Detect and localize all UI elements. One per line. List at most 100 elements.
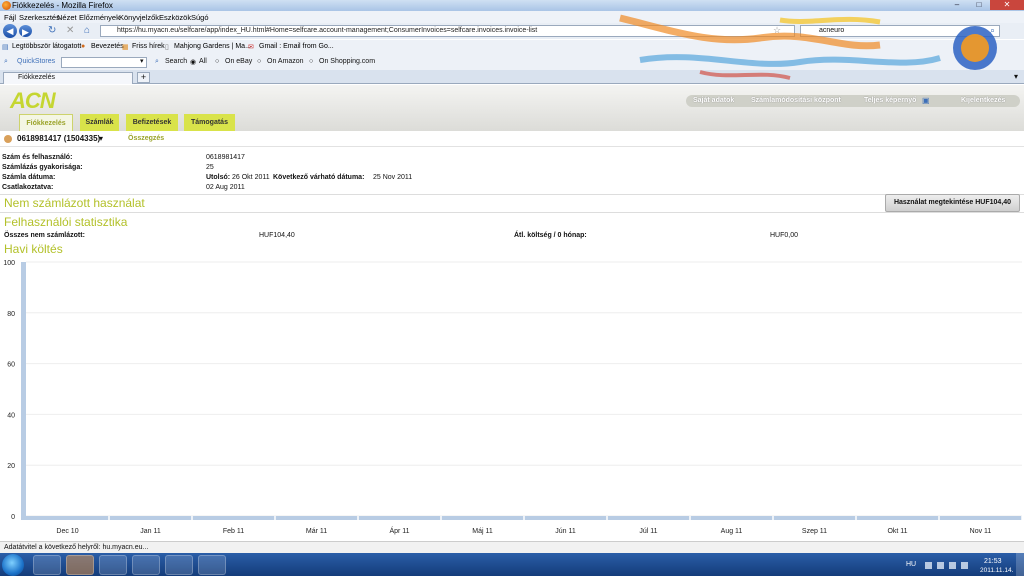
clock-date[interactable]: 2011.11.14. [980, 567, 1013, 574]
monthly-spend-heading: Havi költés [4, 242, 63, 256]
chart-x-tick-label: Jan 11 [140, 528, 161, 535]
chevron-down-icon[interactable]: ▾ [140, 57, 144, 65]
search-input-value: acneuro [819, 27, 845, 34]
app-taskbar-icon[interactable] [165, 555, 193, 575]
total-unbilled-value: HUF104,40 [259, 232, 295, 239]
nav-support[interactable]: Támogatás [184, 114, 235, 131]
menu-file[interactable]: Fájl [4, 13, 16, 22]
radio-shopping[interactable]: ○ [309, 58, 313, 65]
chart-x-tick-label: Feb 11 [223, 528, 244, 535]
volume-icon[interactable] [961, 562, 968, 569]
monthly-spend-chart: 0 20 40 60 80 100 Dec 10 Jan 11 Feb 11 Már 11 Ápr… [3, 260, 1023, 535]
acn-logo[interactable]: ACN [10, 88, 56, 114]
chart-x-tick-label: Már 11 [306, 528, 327, 535]
quickstores-label[interactable]: QuickStores [17, 58, 55, 65]
window-taskbar-icon[interactable] [99, 555, 127, 575]
total-unbilled-label: Összes nem számlázott: [4, 232, 85, 239]
reload-icon[interactable]: ↻ [48, 25, 56, 37]
mail-taskbar-icon[interactable] [132, 555, 160, 575]
fullscreen-icon: ▣ [922, 96, 930, 105]
my-details-link[interactable]: Saját adatok [693, 97, 734, 104]
billing-frequency-value: 25 [206, 164, 214, 171]
view-usage-button[interactable]: Használat megtekintése HUF104,40 [885, 194, 1020, 212]
bookmark-most-visited[interactable]: Legtöbbször látogatott [12, 43, 81, 50]
chart-x-tick-label: Okt 11 [887, 528, 907, 535]
number-user-label: Szám és felhasználó: [2, 154, 73, 161]
tray-arrow-icon[interactable] [925, 562, 932, 569]
nav-invoices[interactable]: Számlák [80, 114, 119, 131]
logout-link[interactable]: Kijelentkezés [961, 97, 1005, 104]
quickstores-icon: ⌕ [4, 58, 8, 65]
quickstores-toolbar: ⌕ QuickStores ▾ ⌕ Search ◉ All ○ On eBay… [0, 54, 1024, 70]
menu-history[interactable]: Előzmények [79, 13, 120, 22]
account-selector[interactable]: 0618981417 (1504335) [17, 134, 100, 143]
chart-x-tick-label: Ápr 11 [389, 526, 409, 535]
quickstores-input[interactable] [61, 57, 147, 68]
new-tab-button[interactable]: + [137, 72, 150, 83]
clock-time[interactable]: 21:53 [984, 558, 1002, 565]
chart-x-tick-label: Máj 11 [472, 528, 493, 535]
user-icon [4, 135, 12, 143]
quickstores-search-button[interactable]: Search [165, 58, 187, 65]
language-indicator[interactable]: HU [906, 561, 916, 568]
stop-icon[interactable]: ✕ [66, 25, 74, 37]
url-bar[interactable]: https://hu.myacn.eu/selfcare/app/index_H… [100, 25, 795, 37]
forward-button[interactable]: ▶ [19, 25, 32, 37]
avg-cost-value: HUF0,00 [770, 232, 799, 239]
list-tabs-icon[interactable]: ▾ [1014, 72, 1018, 81]
tab-label: Fiókkezelés [18, 74, 55, 81]
chart-x-tick-label: Jún 11 [555, 528, 576, 535]
nav-payments[interactable]: Befizetések [126, 114, 178, 131]
radio-all[interactable]: ◉ [190, 58, 196, 66]
minimize-button[interactable]: – [946, 0, 968, 10]
search-input[interactable]: acneuro [800, 25, 1000, 37]
nav-account-management[interactable]: Fiókkezelés [19, 114, 73, 131]
firefox-icon [2, 1, 11, 10]
radio-ebay[interactable]: ○ [215, 58, 219, 65]
bookmark-star-icon[interactable]: ☆ [773, 25, 781, 36]
maximize-button[interactable]: □ [968, 0, 990, 10]
avg-cost-label: Átl. költség / 0 hónap: [514, 232, 587, 239]
bookmark-mahjong[interactable]: Mahjong Gardens | Ma... [174, 43, 251, 50]
show-desktop-button[interactable] [1016, 553, 1024, 576]
menu-tools[interactable]: Eszközök [159, 13, 191, 22]
tab-account-management[interactable]: Fiókkezelés [3, 72, 133, 84]
flag-icon[interactable] [949, 562, 956, 569]
chart-x-tick-label: Aug 11 [721, 528, 743, 535]
back-button[interactable]: ◀ [3, 24, 17, 38]
connected-label: Csatlakoztatva: [2, 184, 54, 191]
start-button[interactable] [2, 554, 24, 576]
chart-x-tick-label: Dec 10 [56, 528, 78, 535]
bookmark-news[interactable]: Friss hírek [132, 43, 165, 50]
firefox-bookmark-icon: ● [81, 43, 86, 50]
chart-x-tick-label: Nov 11 [970, 528, 992, 535]
home-icon[interactable]: ⌂ [84, 25, 90, 37]
menu-view[interactable]: Nézet [57, 13, 77, 22]
chart-y-ticks: 0 20 40 60 80 100 [3, 260, 15, 521]
url-text: https://hu.myacn.eu/selfcare/app/index_H… [117, 27, 538, 34]
firefox-taskbar-icon[interactable] [66, 555, 94, 575]
billing-center-link[interactable]: Számlamódosítási központ [751, 97, 841, 104]
chart-y-tick-label: 80 [7, 311, 15, 318]
radio-amazon[interactable]: ○ [257, 58, 261, 65]
menu-edit[interactable]: Szerkesztés [19, 13, 60, 22]
explorer-taskbar-icon[interactable] [33, 555, 61, 575]
fullscreen-link[interactable]: Teljes képernyő [864, 97, 916, 104]
bookmark-getting-started[interactable]: Bevezetés [91, 43, 124, 50]
chart-x-tick-label: Júl 11 [639, 528, 657, 535]
menu-help[interactable]: Súgó [191, 13, 209, 22]
page-icon: ▯ [165, 44, 169, 51]
radio-shopping-label: On Shopping.com [319, 58, 376, 65]
powerpoint-taskbar-icon[interactable] [198, 555, 226, 575]
bookmark-gmail[interactable]: Gmail : Email from Go... [259, 43, 334, 50]
radio-amazon-label: On Amazon [267, 58, 304, 65]
close-button[interactable]: ✕ [990, 0, 1024, 10]
network-icon[interactable] [937, 562, 944, 569]
menu-bookmarks[interactable]: Könyvjelzők [119, 13, 159, 22]
number-user-value: 0618981417 [206, 154, 245, 161]
invoice-date-label: Számla dátuma: [2, 174, 56, 181]
chevron-down-icon[interactable]: ▾ [99, 134, 103, 143]
search-icon[interactable]: ⌕ [990, 25, 995, 36]
summary-link[interactable]: Összegzés [128, 135, 164, 142]
menu-bar: Fájl Szerkesztés Nézet Előzmények Könyvj… [0, 11, 1024, 23]
